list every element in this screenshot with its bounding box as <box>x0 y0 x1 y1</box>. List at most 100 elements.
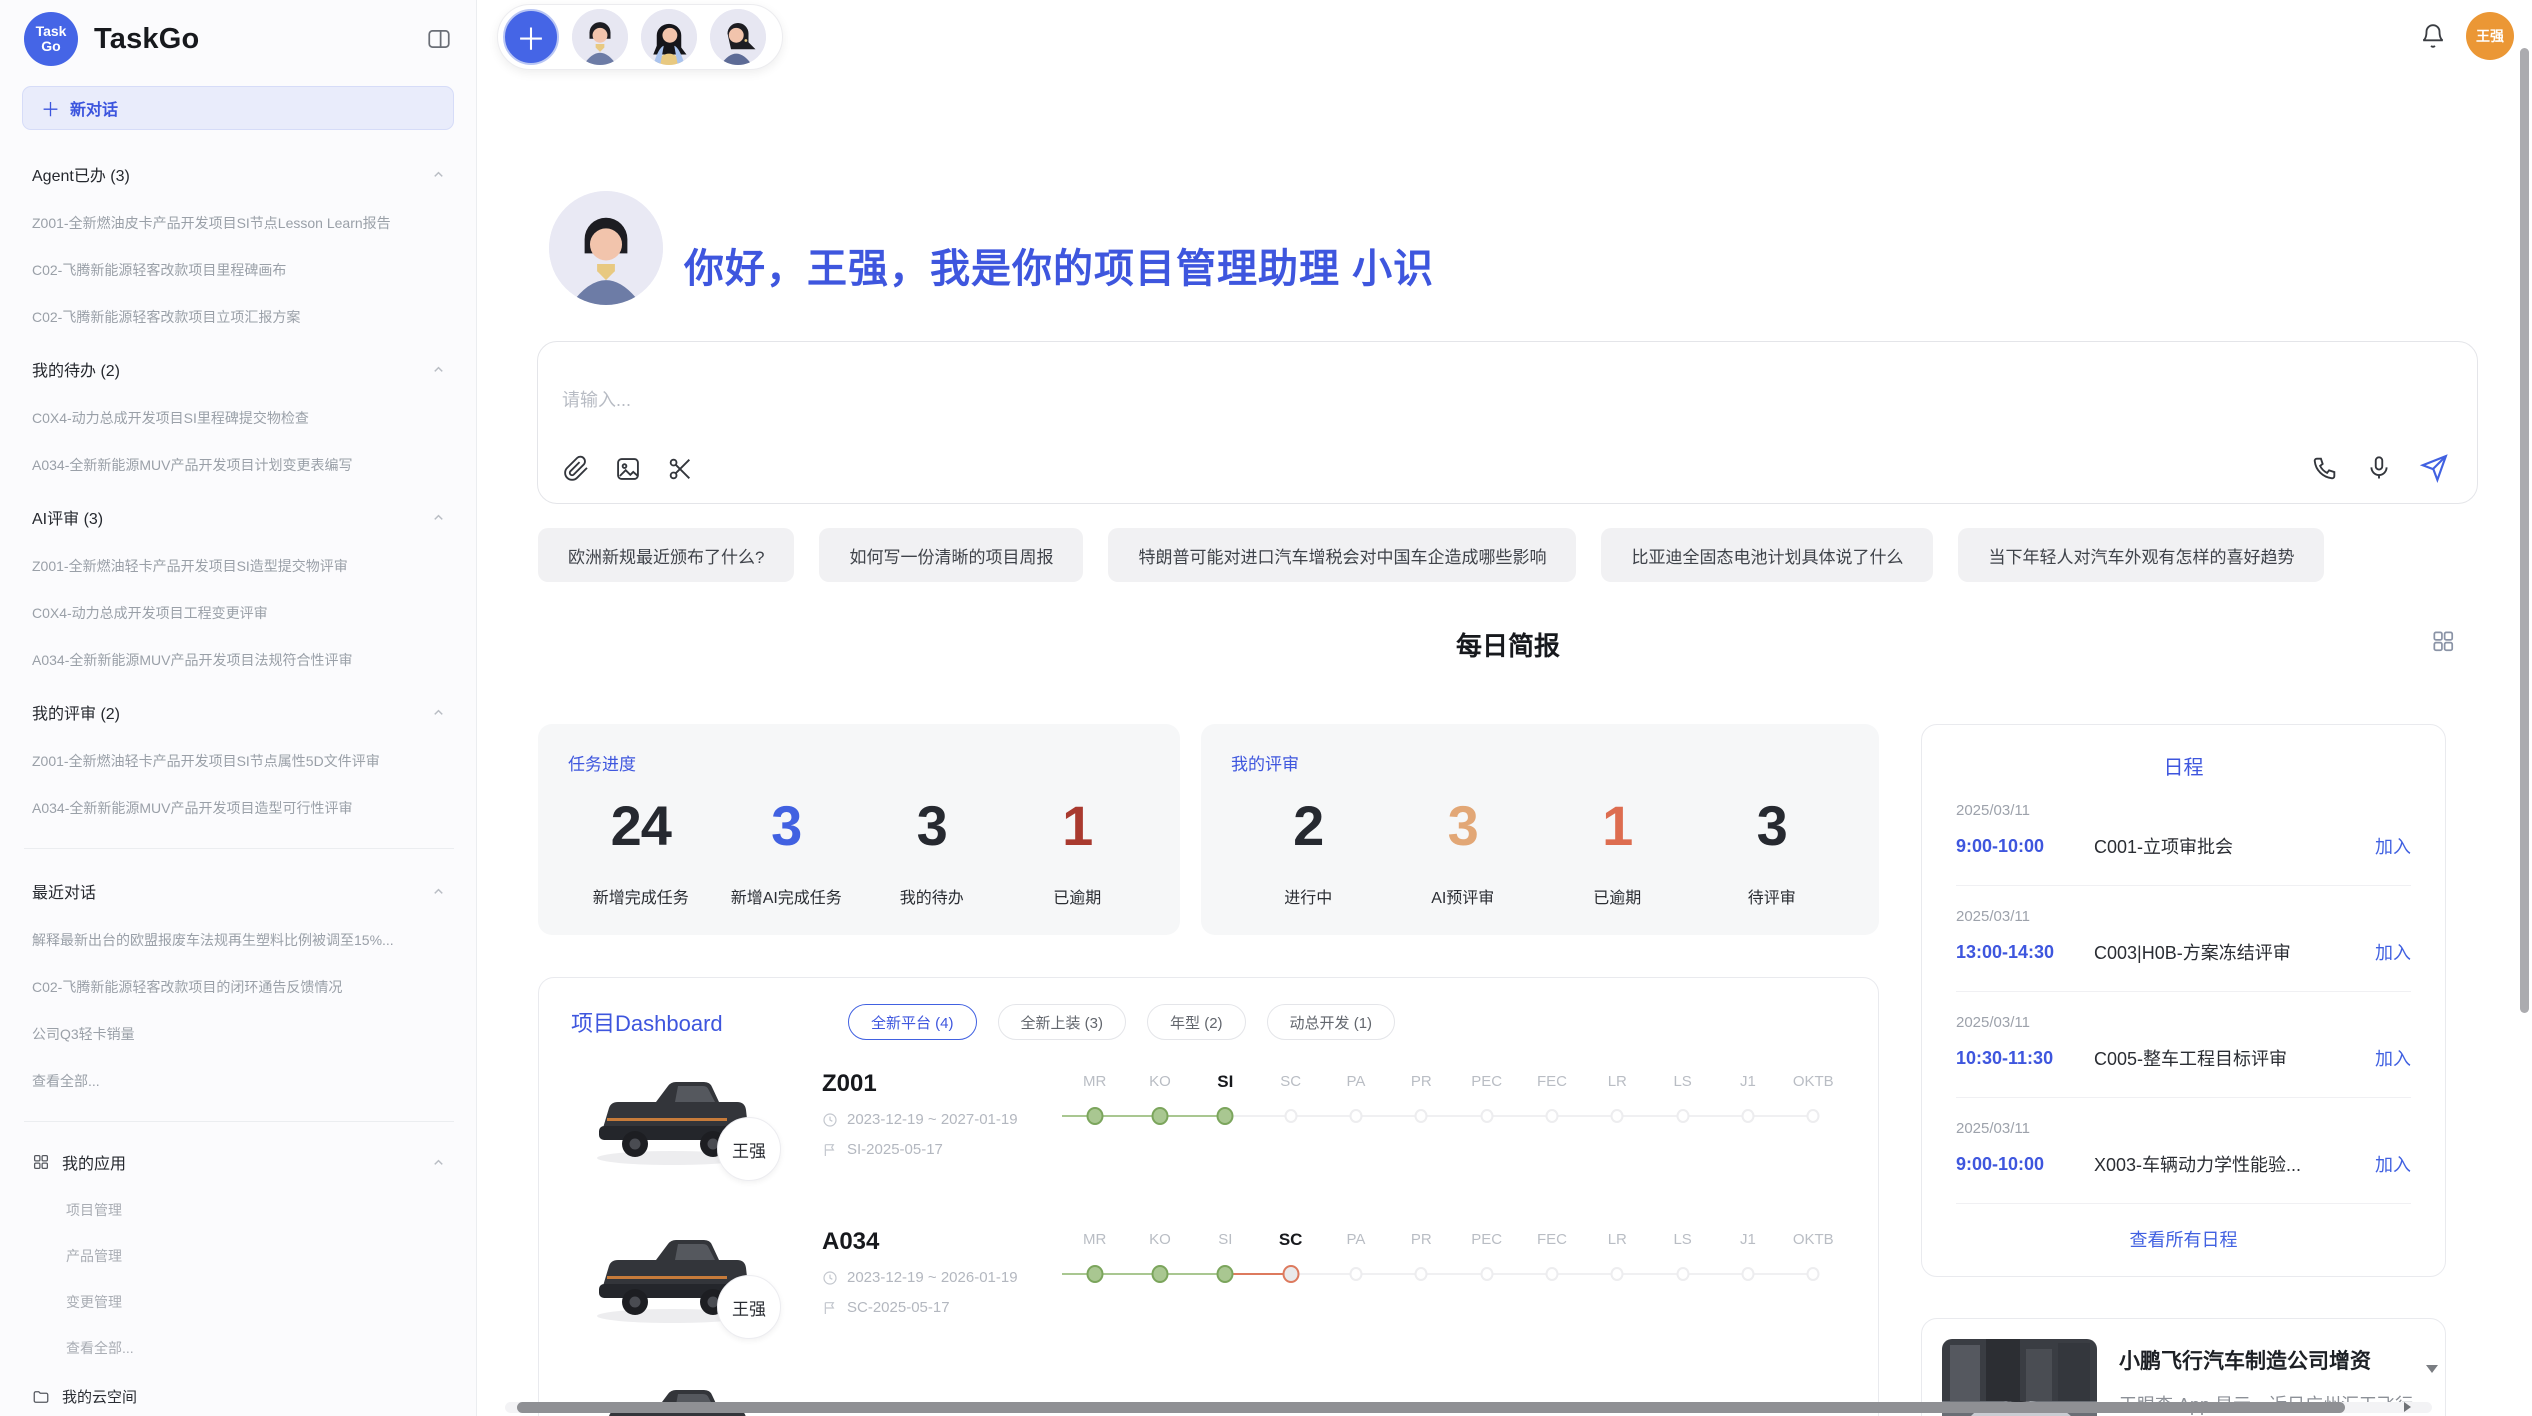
stat-grid: 2 进行中 3 AI预评审 1 已逾期 3 待评审 <box>1231 793 1849 908</box>
scroll-right-arrow-icon[interactable] <box>2400 1400 2414 1414</box>
sidebar-item[interactable]: 解释最新出台的欧盟报废车法规再生塑料比例被调至15%... <box>32 930 446 950</box>
chevron-up-icon <box>431 1155 446 1170</box>
user-avatar[interactable]: 王强 <box>2466 12 2514 60</box>
sidebar-item[interactable]: C0X4-动力总成开发项目SI里程碑提交物检查 <box>32 408 446 428</box>
sidebar-item[interactable]: Z001-全新燃油皮卡产品开发项目SI节点Lesson Learn报告 <box>32 213 446 233</box>
milestone-dot <box>1807 1109 1820 1123</box>
project-code: A034 <box>822 1228 1062 1256</box>
milestone-dot <box>1480 1109 1493 1123</box>
sidebar-item[interactable]: Z001-全新燃油轻卡产品开发项目SI节点属性5D文件评审 <box>32 751 446 771</box>
milestone-label: OKTB <box>1781 1228 1846 1252</box>
join-meeting-link[interactable]: 加入 <box>2375 833 2411 859</box>
stat-label: 待评审 <box>1695 884 1850 908</box>
milestone-line <box>1519 1106 1584 1126</box>
suggestion-chip[interactable]: 比亚迪全固态电池计划具体说了什么 <box>1601 528 1933 582</box>
agent-avatar[interactable] <box>710 9 766 65</box>
sidebar-item[interactable]: C0X4-动力总成开发项目工程变更评审 <box>32 603 446 623</box>
stat-label: 已逾期 <box>1005 884 1151 908</box>
agent-avatar[interactable] <box>641 9 697 65</box>
sidebar-app-item[interactable]: 查看全部... <box>66 1338 446 1358</box>
app-logo: Task Go <box>24 12 78 66</box>
milestone-line <box>1389 1106 1454 1126</box>
sidebar-item[interactable]: C02-飞腾新能源轻客改款项目里程碑画布 <box>32 260 446 280</box>
milestone-label: PA <box>1323 1070 1388 1094</box>
dashboard-filter-chip[interactable]: 动总开发 (1) <box>1267 1004 1396 1040</box>
sidebar-section-header[interactable]: 我的评审 (2) <box>32 700 446 724</box>
new-chat-button[interactable]: ＋ 新对话 <box>22 86 454 130</box>
sidebar-section-header[interactable]: 我的待办 (2) <box>32 357 446 381</box>
join-meeting-link[interactable]: 加入 <box>2375 1045 2411 1071</box>
join-meeting-link[interactable]: 加入 <box>2375 1151 2411 1177</box>
milestone-timeline: MR KO SI SC PA PR <box>1062 1066 1846 1126</box>
sidebar-item[interactable]: A034-全新新能源MUV产品开发项目造型可行性评审 <box>32 798 446 818</box>
schedule-item: 2025/03/11 10:30-11:30 C005-整车工程目标评审 加入 <box>1956 991 2411 1097</box>
sidebar-item[interactable]: C02-飞腾新能源轻客改款项目立项汇报方案 <box>32 307 446 327</box>
milestone-line <box>1781 1106 1846 1126</box>
send-icon[interactable] <box>2419 453 2449 483</box>
sidebar-item[interactable]: A034-全新新能源MUV产品开发项目法规符合性评审 <box>32 650 446 670</box>
suggestion-chip[interactable]: 如何写一份清晰的项目周报 <box>819 528 1083 582</box>
project-flag-milestone: SI-2025-05-17 <box>847 1141 943 1158</box>
schedule-card: 日程 2025/03/11 9:00-10:00 C001-立项审批会 加入 2… <box>1921 724 2446 1277</box>
sidebar-section-header[interactable]: 最近对话 <box>32 879 446 903</box>
sidebar-item[interactable]: A034-全新新能源MUV产品开发项目计划变更表编写 <box>32 455 446 475</box>
sidebar-app-item[interactable]: 变更管理 <box>66 1292 446 1312</box>
project-info: A034 2023-12-19 ~ 2026-01-19 SC-2025-05-… <box>822 1224 1062 1316</box>
sidebar-section-header[interactable]: Agent已办 (3) <box>32 162 446 186</box>
layout-grid-icon[interactable] <box>2430 628 2456 654</box>
dashboard-filter-chip[interactable]: 全新平台 (4) <box>848 1004 977 1040</box>
scroll-down-arrow-icon[interactable] <box>2424 1362 2440 1376</box>
flag-icon <box>822 1300 838 1316</box>
sidebar-item[interactable]: 公司Q3轻卡销量 <box>32 1024 446 1044</box>
sidebar-section-title: 我的评审 (2) <box>32 700 120 724</box>
sidebar-item[interactable]: Z001-全新燃油轻卡产品开发项目SI造型提交物评审 <box>32 556 446 576</box>
suggestion-chip[interactable]: 欧洲新规最近颁布了什么? <box>538 528 794 582</box>
sidebar-item[interactable]: C02-飞腾新能源轻客改款项目的闭环通告反馈情况 <box>32 977 446 997</box>
horizontal-scrollbar-track[interactable] <box>505 1402 2432 1413</box>
sidebar-app-item[interactable]: 产品管理 <box>66 1246 446 1266</box>
briefing-cards: 任务进度 24 新增完成任务 3 新增AI完成任务 3 我的待办 1 已逾期 我… <box>538 724 1879 935</box>
dashboard-filter-chip[interactable]: 全新上装 (3) <box>998 1004 1127 1040</box>
divider <box>24 848 454 849</box>
milestone-dot <box>1217 1107 1234 1125</box>
stat-label: 进行中 <box>1231 884 1386 908</box>
milestone-line <box>1389 1264 1454 1284</box>
stat-value: 1 <box>1540 793 1695 858</box>
sidebar-section-header[interactable]: AI评审 (3) <box>32 505 446 529</box>
milestone-station: SC <box>1258 1228 1323 1284</box>
sidebar-app-item[interactable]: 项目管理 <box>66 1200 446 1220</box>
add-agent-button[interactable]: ＋ <box>503 9 559 65</box>
view-all-schedule-link[interactable]: 查看所有日程 <box>1956 1203 2411 1252</box>
stat-value: 3 <box>1386 793 1541 858</box>
notification-bell-icon[interactable] <box>2420 23 2446 49</box>
scissors-icon[interactable] <box>666 455 694 483</box>
milestone-label: PEC <box>1454 1070 1519 1094</box>
horizontal-scrollbar-thumb[interactable] <box>517 1402 2345 1413</box>
sidebar-apps-header[interactable]: 我的应用 <box>32 1150 446 1174</box>
milestone-station: OKTB <box>1781 1228 1846 1284</box>
schedule-list: 2025/03/11 9:00-10:00 C001-立项审批会 加入 2025… <box>1922 780 2445 1203</box>
sidebar-item-cloud-space[interactable]: 我的云空间 <box>32 1386 446 1407</box>
image-icon[interactable] <box>614 455 642 483</box>
microphone-icon[interactable] <box>2365 454 2393 482</box>
phone-icon[interactable] <box>2311 454 2339 482</box>
milestone-label: PEC <box>1454 1228 1519 1252</box>
paperclip-icon[interactable] <box>562 455 590 483</box>
chat-input[interactable] <box>562 390 2062 411</box>
suggestion-chip[interactable]: 特朗普可能对进口汽车增税会对中国车企造成哪些影响 <box>1108 528 1576 582</box>
sidebar-item[interactable]: 查看全部... <box>32 1071 446 1091</box>
agent-avatar[interactable] <box>572 9 628 65</box>
flag-icon <box>822 1142 838 1158</box>
milestone-label: KO <box>1127 1228 1192 1252</box>
stat-value: 3 <box>714 793 860 858</box>
dashboard-filter-chip[interactable]: 年型 (2) <box>1147 1004 1246 1040</box>
clock-icon <box>822 1112 838 1128</box>
suggestion-chip[interactable]: 当下年轻人对汽车外观有怎样的喜好趋势 <box>1958 528 2324 582</box>
join-meeting-link[interactable]: 加入 <box>2375 939 2411 965</box>
collapse-sidebar-icon[interactable] <box>426 26 452 52</box>
news-title: 小鹏飞行汽车制造公司增资 <box>2119 1345 2425 1375</box>
logo-line2: Go <box>41 39 60 54</box>
milestone-label: MR <box>1062 1228 1127 1252</box>
vertical-scrollbar-thumb[interactable] <box>2520 48 2529 1013</box>
app-title: TaskGo <box>94 23 426 56</box>
